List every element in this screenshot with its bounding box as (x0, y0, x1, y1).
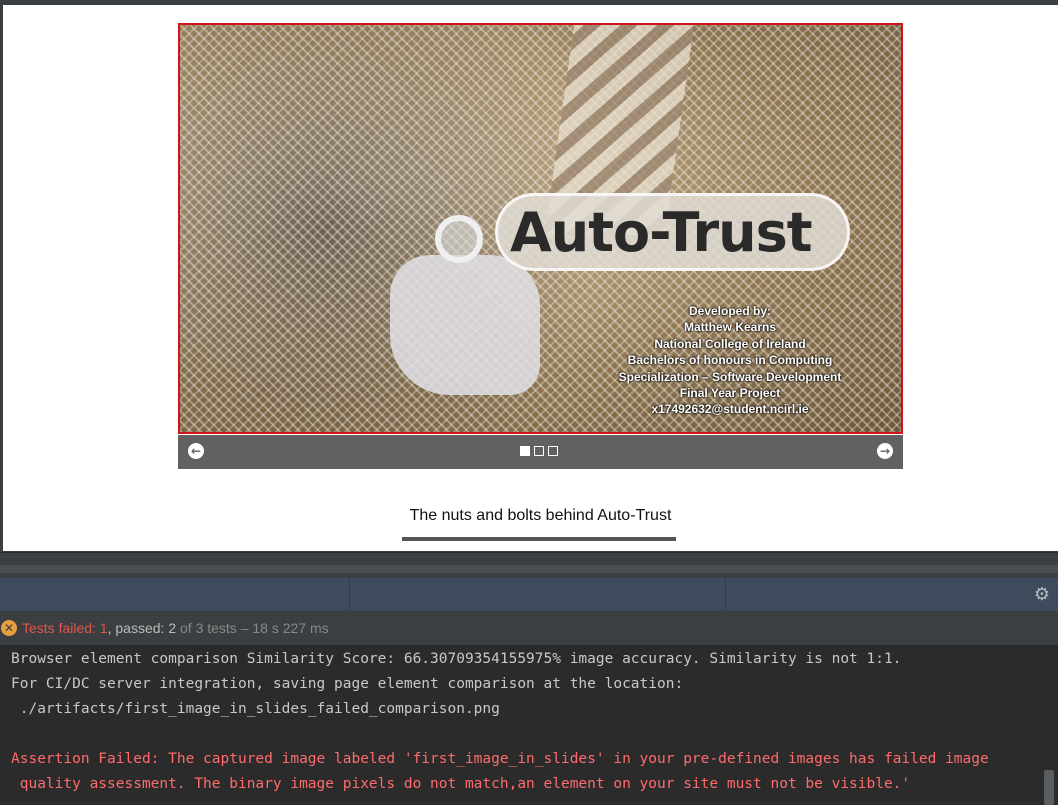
console-line: Browser element comparison Similarity Sc… (11, 651, 902, 667)
magnifier-graphic (435, 215, 483, 263)
web-page: Auto-Trust Developed by: Matthew Kearns … (3, 5, 1058, 551)
slideshow-image[interactable]: Auto-Trust Developed by: Matthew Kearns … (178, 23, 903, 434)
console-error-line: quality assessment. The binary image pix… (11, 776, 911, 792)
console-line: For CI/DC server integration, saving pag… (11, 676, 684, 692)
console-output[interactable]: Browser element comparison Similarity Sc… (0, 645, 1058, 805)
console-scrollbar[interactable] (1044, 770, 1054, 805)
slide-credits: Developed by: Matthew Kearns National Co… (565, 303, 895, 418)
gear-icon[interactable]: ⚙ (1034, 584, 1050, 605)
credit-line: Final Year Project (679, 386, 781, 401)
test-summary: Tests failed: 1, passed: 2 of 3 tests – … (22, 620, 329, 636)
credit-line: Developed by: (688, 304, 772, 318)
arrow-left-circle-icon[interactable]: ← (188, 443, 204, 459)
console-error-line: Assertion Failed: The captured image lab… (11, 751, 989, 767)
toolstrip-segment[interactable] (350, 578, 726, 611)
credit-line: Bachelors of honours in Computing (627, 353, 833, 368)
toolstrip-segment[interactable] (0, 578, 350, 611)
panel-splitter[interactable] (0, 552, 1058, 578)
pointing-hand-graphic (390, 255, 540, 395)
slideshow-controls: ← → (178, 435, 903, 469)
slide-title: Auto-Trust (510, 201, 813, 264)
slide-indicators (520, 446, 558, 456)
tests-summary-detail: of 3 tests – 18 s 227 ms (176, 620, 329, 636)
test-status-bar: ✕ Tests failed: 1, passed: 2 of 3 tests … (0, 611, 1058, 645)
credit-line: x17492632@student.ncirl.ie (651, 402, 809, 417)
browser-viewport: Auto-Trust Developed by: Matthew Kearns … (0, 0, 1058, 552)
console-line: ./artifacts/first_image_in_slides_failed… (11, 701, 500, 717)
credit-line: Matthew Kearns (683, 320, 777, 335)
credit-line: Specialization – Software Development (618, 369, 842, 384)
slide-dot-1[interactable] (520, 446, 530, 456)
section-caption: The nuts and bolts behind Auto-Trust (409, 507, 672, 524)
splitter-bar[interactable] (0, 565, 1058, 573)
credit-line: National College of Ireland (654, 336, 806, 351)
tests-failed-label: Tests failed: 1 (22, 620, 108, 636)
slide-dot-2[interactable] (534, 446, 544, 456)
test-toolwindow-header: ⚙ (0, 578, 1058, 611)
error-x-icon: ✕ (1, 620, 17, 636)
tests-passed-label: passed: 2 (115, 620, 177, 636)
caption-underline (402, 537, 676, 541)
slide-dot-3[interactable] (548, 446, 558, 456)
arrow-right-circle-icon[interactable]: → (877, 443, 893, 459)
